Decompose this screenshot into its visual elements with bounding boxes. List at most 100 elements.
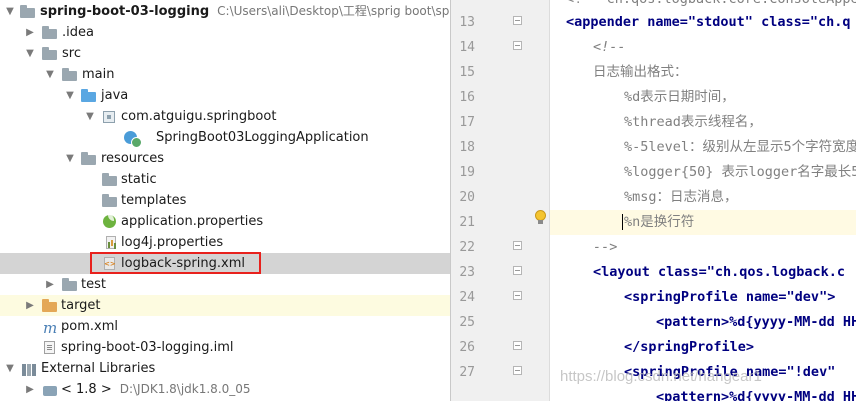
collapsed-arrow-icon[interactable]: ▶: [44, 274, 56, 295]
line-number: 15: [459, 65, 475, 80]
excluded-folder-icon: [42, 299, 58, 312]
tree-item-project-root[interactable]: ▼ spring-boot-03-logging C:\Users\ali\Des…: [0, 1, 450, 22]
folder-icon: [20, 5, 36, 18]
code-line-appender[interactable]: <appender name="stdout" class="ch.q: [566, 10, 850, 35]
collapsed-arrow-icon[interactable]: ▶: [24, 295, 36, 316]
expanded-arrow-icon[interactable]: ▼: [24, 43, 36, 64]
tree-item-label: test: [81, 277, 106, 292]
tree-item-main[interactable]: ▼ main: [0, 64, 450, 85]
expanded-arrow-icon[interactable]: ▼: [64, 148, 76, 169]
selection-highlight-box: [90, 252, 261, 274]
line-number: 22: [459, 240, 475, 255]
tree-item-target[interactable]: ▶ target: [0, 295, 450, 316]
code-line[interactable]: %thread表示线程名，: [624, 110, 762, 135]
collapsed-arrow-icon[interactable]: ▶: [24, 22, 36, 43]
tree-item-label: java: [101, 88, 129, 103]
line-number: 23: [459, 265, 475, 280]
tree-item-templates[interactable]: templates: [0, 190, 450, 211]
line-number: 16: [459, 90, 475, 105]
tree-item-log4j-properties[interactable]: log4j.properties: [0, 232, 450, 253]
tree-item-src[interactable]: ▼ src: [0, 43, 450, 64]
tree-item-label: com.atguigu.springboot: [121, 109, 277, 124]
tree-item-label: log4j.properties: [121, 235, 224, 250]
code-line[interactable]: <pattern>%d{yyyy-MM-dd HH: [656, 385, 856, 401]
code-line-current[interactable]: %n是换行符: [622, 210, 694, 235]
fold-marker-icon[interactable]: [513, 291, 522, 300]
code-line[interactable]: 日志输出格式：: [593, 60, 688, 85]
folder-icon: [62, 68, 78, 81]
fold-marker-icon[interactable]: [513, 16, 522, 25]
expanded-arrow-icon[interactable]: ▼: [4, 358, 16, 379]
package-icon: [102, 110, 118, 123]
code-line[interactable]: </springProfile>: [624, 335, 754, 360]
tree-item-application-properties[interactable]: application.properties: [0, 211, 450, 232]
collapsed-arrow-icon[interactable]: ▶: [24, 379, 36, 400]
watermark-text: https://blog.csdn.net/hangear1: [560, 368, 762, 385]
current-line-highlight: [550, 210, 856, 235]
jdk-icon: [42, 383, 58, 396]
ide-window: ▼ spring-boot-03-logging C:\Users\ali\Des…: [0, 0, 856, 401]
tree-item-idea[interactable]: ▶ .idea: [0, 22, 450, 43]
intention-bulb-icon[interactable]: [534, 210, 547, 225]
line-number: 14: [459, 40, 475, 55]
code-line[interactable]: <pattern>%d{yyyy-MM-dd HH: [656, 310, 856, 335]
project-tree[interactable]: ▼ spring-boot-03-logging C:\Users\ali\Des…: [0, 0, 450, 401]
fold-marker-icon[interactable]: [513, 341, 522, 350]
properties-file-icon: [104, 236, 120, 249]
folder-icon: [102, 194, 118, 207]
line-number: 24: [459, 290, 475, 305]
folder-icon: [62, 278, 78, 291]
line-number: 18: [459, 140, 475, 155]
libraries-icon: [20, 362, 36, 376]
maven-pom-icon: m: [43, 319, 58, 337]
expanded-arrow-icon[interactable]: ▼: [4, 1, 16, 22]
tree-item-label: resources: [101, 151, 165, 166]
tree-item-label: External Libraries: [41, 361, 156, 376]
project-path: C:\Users\ali\Desktop\工程\sprig boot\sprin…: [217, 4, 450, 18]
line-number: 17: [459, 115, 475, 130]
code-line[interactable]: -->: [593, 235, 617, 260]
tree-item-package[interactable]: ▼ com.atguigu.springboot: [0, 106, 450, 127]
tree-item-label: static: [121, 172, 157, 187]
line-number: 13: [459, 15, 475, 30]
expanded-arrow-icon[interactable]: ▼: [64, 85, 76, 106]
fold-marker-icon[interactable]: [513, 241, 522, 250]
line-number: 25: [459, 315, 475, 330]
code-line[interactable]: %logger{50} 表示logger名字最长50: [624, 160, 856, 185]
tree-item-label: pom.xml: [61, 319, 118, 334]
tree-item-static[interactable]: static: [0, 169, 450, 190]
tree-item-label: SpringBoot03LoggingApplication: [156, 130, 369, 145]
fold-marker-icon[interactable]: [513, 366, 522, 375]
code-line[interactable]: <layout class="ch.qos.logback.c: [593, 260, 845, 285]
tree-item-iml[interactable]: spring-boot-03-logging.iml: [0, 337, 450, 358]
expanded-arrow-icon[interactable]: ▼: [44, 64, 56, 85]
tree-item-java[interactable]: ▼ java: [0, 85, 450, 106]
tree-item-jdk[interactable]: ▶ < 1.8 > D:\JDK1.8\jdk1.8.0_05: [0, 379, 450, 400]
fold-marker-icon[interactable]: [513, 41, 522, 50]
fold-marker-icon[interactable]: [513, 266, 522, 275]
tree-item-application-class[interactable]: SpringBoot03LoggingApplication: [0, 127, 450, 148]
code-line[interactable]: %-5level：级别从左显示5个字符宽度: [624, 135, 856, 160]
tree-item-external-libraries[interactable]: ▼ External Libraries: [0, 358, 450, 379]
code-line-text: %n是换行符: [624, 214, 695, 230]
tree-item-resources[interactable]: ▼ resources: [0, 148, 450, 169]
tree-item-label: < 1.8 >: [61, 382, 112, 397]
code-line[interactable]: <!--: [593, 35, 626, 60]
line-number: 27: [459, 365, 475, 380]
text-caret: [622, 214, 623, 230]
spring-properties-icon: [102, 214, 118, 228]
folder-icon: [42, 47, 58, 60]
tree-item-label: .idea: [62, 25, 94, 40]
tree-item-test[interactable]: ▶ test: [0, 274, 450, 295]
expanded-arrow-icon[interactable]: ▼: [84, 106, 96, 127]
code-line[interactable]: %d表示日期时间，: [624, 85, 735, 110]
tree-item-label: spring-boot-03-logging.iml: [61, 340, 234, 355]
tree-item-pom-xml[interactable]: m pom.xml: [0, 316, 450, 337]
tree-item-label: application.properties: [121, 214, 264, 229]
code-line[interactable]: %msg：日志消息，: [624, 185, 738, 210]
jdk-path: D:\JDK1.8\jdk1.8.0_05: [119, 382, 251, 396]
tree-item-label: templates: [121, 193, 187, 208]
line-number: [451, 385, 475, 401]
code-line[interactable]: <springProfile name="dev">: [624, 285, 835, 310]
iml-file-icon: [42, 341, 58, 354]
